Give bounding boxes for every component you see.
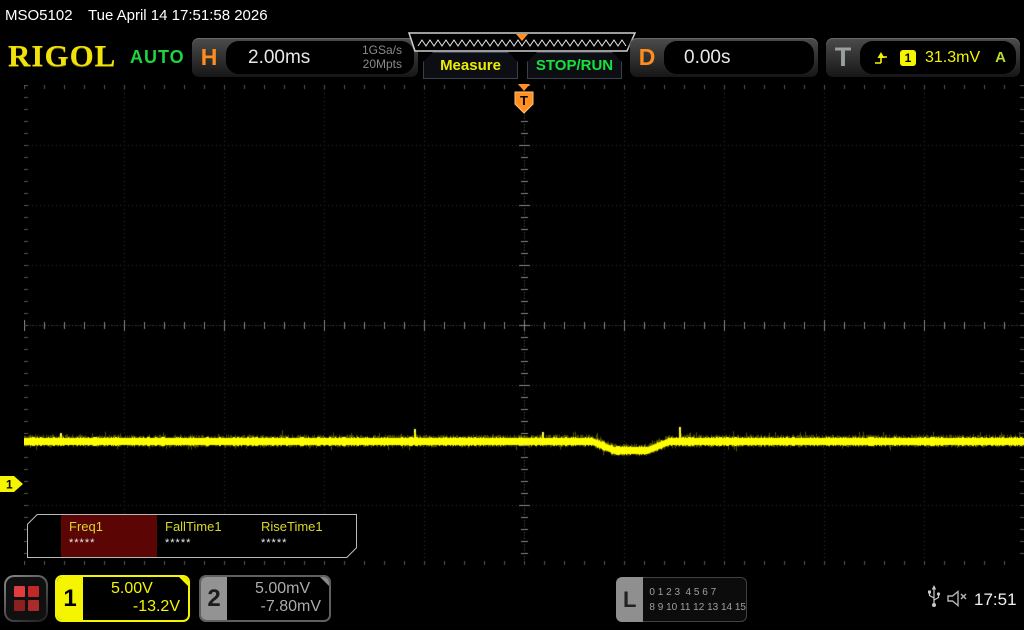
waveform-preview-strip[interactable]: [408, 32, 636, 52]
channel1-offset: -13.2V: [132, 598, 180, 615]
channel1-ground-marker[interactable]: 1: [0, 476, 24, 493]
delay-label: D: [638, 44, 656, 70]
badge-corner-notch: [179, 577, 188, 586]
stop-run-button[interactable]: STOP/RUN: [527, 52, 622, 79]
measure-button[interactable]: Measure: [423, 52, 518, 79]
logic-label: L: [616, 577, 644, 622]
channel1-scale: 5.00V: [111, 580, 153, 597]
logic-channels-badge[interactable]: L 0 1 2 3 4 5 6 7 8 9 10 11 12 13 14 15: [616, 577, 747, 622]
measurement-item-falltime1[interactable]: FallTime1 *****: [157, 515, 253, 557]
horizontal-label: H: [200, 44, 218, 70]
trigger-label: T: [834, 42, 852, 72]
svg-text:1: 1: [6, 478, 13, 492]
menu-square: [27, 586, 39, 597]
usb-icon: [928, 585, 941, 607]
channel2-offset: -7.80mV: [260, 598, 321, 615]
logic-channel-list: 0 1 2 3 4 5 6 7 8 9 10 11 12 13 14 15: [643, 577, 747, 622]
delay-pill: 0.00s: [664, 41, 814, 74]
svg-text:T: T: [520, 93, 528, 108]
measurement-item-risetime1[interactable]: RiseTime1 *****: [253, 515, 349, 557]
oscilloscope-screen: MSO5102 Tue April 14 17:51:58 2026 RIGOL…: [0, 0, 1024, 630]
main-menu-button[interactable]: [4, 575, 48, 622]
measurement-item-freq1[interactable]: Freq1 *****: [61, 515, 157, 557]
trigger-level-value: 31.3mV: [925, 48, 981, 66]
logic-row-2: 8 9 10 11 12 13 14 15: [649, 601, 746, 613]
menu-square: [13, 600, 25, 611]
acquisition-mode-label: AUTO: [130, 47, 185, 67]
date-time: Tue April 14 17:51:58 2026: [88, 7, 268, 24]
rigol-logo: RIGOL: [8, 38, 117, 73]
trigger-position-marker[interactable]: T: [512, 84, 536, 116]
graticule-display: [24, 85, 1024, 565]
trigger-menu-button[interactable]: T 1 31.3mV A: [826, 38, 1020, 77]
channel1-number: 1: [57, 577, 83, 620]
channel2-badge[interactable]: 2 5.00mV -7.80mV: [199, 575, 331, 622]
model-name: MSO5102: [5, 7, 73, 24]
delay-menu-button[interactable]: D 0.00s: [630, 38, 818, 77]
timebase-value: 2.00ms: [248, 46, 311, 68]
horizontal-pill: 2.00ms 1GSa/s 20Mpts: [226, 41, 414, 74]
measurement-panel: Freq1 ***** FallTime1 ***** RiseTime1 **…: [27, 514, 357, 558]
trigger-position-triangle: [518, 84, 530, 91]
trigger-source-badge: 1: [900, 49, 916, 66]
channel2-number: 2: [201, 577, 227, 620]
delay-value: 0.00s: [684, 46, 731, 68]
trigger-pill: 1 31.3mV A: [860, 41, 1016, 74]
channel2-scale: 5.00mV: [255, 580, 311, 597]
badge-corner-notch: [320, 577, 329, 586]
logic-row-1: 0 1 2 3 4 5 6 7: [649, 586, 717, 598]
sample-rate-depth: 1GSa/s 20Mpts: [361, 42, 414, 72]
menu-square: [27, 600, 39, 611]
sample-rate: 1GSa/s: [361, 42, 402, 57]
clock-display: 17:51: [974, 590, 1017, 609]
status-bar: MSO5102 Tue April 14 17:51:58 2026: [0, 0, 1024, 30]
menu-square: [13, 586, 25, 597]
channel1-badge[interactable]: 1 5.00V -13.2V: [55, 575, 190, 622]
speaker-muted-icon[interactable]: [947, 590, 971, 607]
memory-depth: 20Mpts: [362, 56, 402, 71]
horizontal-menu-button[interactable]: H 2.00ms 1GSa/s 20Mpts: [192, 38, 418, 77]
rising-edge-icon: [875, 51, 887, 64]
menu-grid-icon: [6, 577, 46, 620]
trigger-mode-indicator: A: [995, 49, 1006, 66]
measurement-panel-lead: [28, 515, 61, 557]
trigger-shield-icon: T: [514, 91, 534, 114]
